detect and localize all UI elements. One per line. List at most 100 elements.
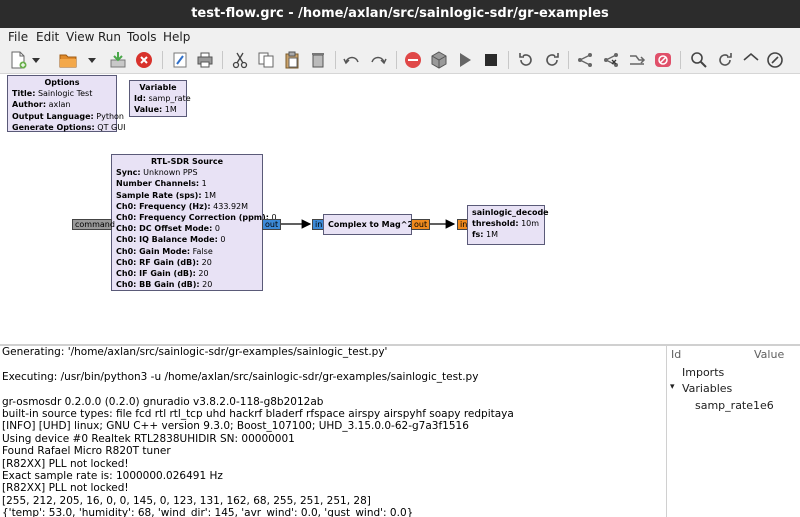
window-title: test-flow.grc - /home/axlan/src/sainlogi… bbox=[191, 6, 609, 21]
menu-tools[interactable]: Tools bbox=[127, 30, 157, 44]
cut-icon[interactable] bbox=[230, 50, 250, 70]
dropdown-arrow-icon[interactable] bbox=[86, 50, 98, 70]
console-line: [255, 212, 205, 16, 0, 0, 145, 0, 123, 1… bbox=[2, 494, 371, 507]
variable-name-samp-rate[interactable]: samp_rate bbox=[695, 399, 753, 413]
toolbar-separator bbox=[508, 51, 509, 69]
rotate-cw-icon[interactable] bbox=[542, 50, 562, 70]
param-key: Sync: bbox=[116, 168, 141, 178]
rtlsdr-out-port[interactable]: out bbox=[262, 219, 282, 230]
stop-pink-icon[interactable] bbox=[653, 50, 673, 70]
toolbar-separator bbox=[680, 51, 681, 69]
execute-icon[interactable] bbox=[455, 50, 475, 70]
complex-title: Complex to Mag^2 bbox=[328, 220, 414, 229]
disable-icon[interactable] bbox=[601, 50, 621, 70]
param-value: 20 bbox=[198, 269, 209, 279]
param-key: Title: bbox=[12, 89, 36, 99]
variable-param: Id: samp_rate bbox=[134, 93, 191, 104]
open-icon[interactable] bbox=[58, 50, 78, 70]
paste-icon[interactable] bbox=[282, 50, 302, 70]
menu-run[interactable]: Run bbox=[98, 30, 121, 44]
options-param: Title: Sainlogic Test bbox=[12, 88, 112, 99]
param-value: 0 bbox=[220, 235, 226, 245]
menu-bar: File Edit View Run Tools Help bbox=[0, 28, 800, 46]
flowgraph-canvas[interactable]: Options Title: Sainlogic Test Author: ax… bbox=[0, 75, 800, 345]
new-icon[interactable] bbox=[8, 50, 28, 70]
param-value: 0 bbox=[214, 224, 220, 234]
help-icon[interactable] bbox=[741, 50, 761, 70]
rtlsdr-param: Ch0: Frequency (Hz): 433.92M bbox=[116, 201, 258, 212]
column-header-value[interactable]: Value bbox=[754, 348, 784, 364]
help-icon-2[interactable] bbox=[765, 50, 785, 70]
tree-item-imports[interactable]: Imports bbox=[682, 366, 724, 380]
console-line: Executing: /usr/bin/python3 -u /home/axl… bbox=[2, 370, 479, 383]
param-value: 1M bbox=[486, 230, 498, 240]
param-key: fs: bbox=[472, 230, 484, 240]
edit-icon[interactable] bbox=[170, 50, 190, 70]
param-value: 433.92M bbox=[213, 201, 249, 211]
find-icon[interactable] bbox=[689, 50, 709, 70]
rtlsdr-param: Ch0: Frequency Correction (ppm): 0 bbox=[116, 212, 277, 223]
variable-block[interactable]: Variable Id: samp_rate Value: 1M bbox=[129, 80, 191, 117]
toolbar-separator bbox=[222, 51, 223, 69]
rtlsdr-source-block[interactable]: RTL-SDR Source Sync: Unknown PPS Number … bbox=[111, 154, 277, 291]
complex-out-port[interactable]: out bbox=[411, 219, 431, 230]
rtlsdr-param: Ch0: IQ Balance Mode: 0 bbox=[116, 234, 258, 245]
toolbar-separator bbox=[335, 51, 336, 69]
print-icon[interactable] bbox=[195, 50, 215, 70]
stop-sign-icon[interactable] bbox=[403, 50, 423, 70]
decode-param: threshold: 10m bbox=[472, 218, 540, 229]
param-value: Unknown PPS bbox=[143, 168, 198, 178]
menu-edit[interactable]: Edit bbox=[36, 30, 59, 44]
param-key: Ch0: DC Offset Mode: bbox=[116, 224, 213, 234]
console-line: built-in source types: file fcd rtl rtl_… bbox=[2, 407, 514, 420]
console-line: Found Rafael Micro R820T tuner bbox=[2, 445, 171, 458]
menu-view[interactable]: View bbox=[66, 30, 94, 44]
menu-help[interactable]: Help bbox=[163, 30, 190, 44]
param-key: Ch0: RF Gain (dB): bbox=[116, 257, 200, 267]
rtlsdr-title: RTL-SDR Source bbox=[150, 157, 224, 166]
undo-icon[interactable] bbox=[342, 50, 362, 70]
close-icon[interactable] bbox=[134, 50, 154, 70]
rtlsdr-param: Ch0: IF Gain (dB): 20 bbox=[116, 268, 258, 279]
toolbar bbox=[0, 46, 800, 74]
console-line: [R82XX] PLL not locked! bbox=[2, 482, 129, 495]
param-value: 1M bbox=[164, 105, 177, 115]
param-key: Ch0: BB Gain (dB): bbox=[116, 280, 200, 290]
generate-icon[interactable] bbox=[429, 50, 449, 70]
toolbar-separator bbox=[568, 51, 569, 69]
param-value: Sainlogic Test bbox=[37, 89, 93, 99]
save-icon[interactable] bbox=[108, 50, 128, 70]
rotate-ccw-icon[interactable] bbox=[516, 50, 536, 70]
decode-title: sainlogic_decode bbox=[472, 208, 549, 217]
param-key: Ch0: Frequency (Hz): bbox=[116, 201, 211, 211]
sainlogic-decode-block[interactable]: sainlogic_decode threshold: 10m fs: 1M bbox=[467, 205, 549, 245]
options-block[interactable]: Options Title: Sainlogic Test Author: ax… bbox=[7, 75, 125, 132]
complex-to-mag2-block[interactable]: Complex to Mag^2 bbox=[323, 214, 414, 235]
reload-icon[interactable] bbox=[715, 50, 735, 70]
redo-icon[interactable] bbox=[368, 50, 388, 70]
enable-icon[interactable] bbox=[575, 50, 595, 70]
console-output[interactable]: Generating: '/home/axlan/src/sainlogic-s… bbox=[0, 346, 666, 517]
param-key: Output Language: bbox=[12, 111, 94, 121]
dropdown-arrow-icon[interactable] bbox=[30, 50, 42, 70]
kill-icon[interactable] bbox=[481, 50, 501, 70]
variable-param: Value: 1M bbox=[134, 104, 182, 115]
variable-value-samp-rate[interactable]: 1e6 bbox=[753, 399, 774, 413]
param-key: Value: bbox=[134, 105, 163, 115]
column-header-id[interactable]: Id bbox=[671, 348, 681, 364]
copy-icon[interactable] bbox=[256, 50, 276, 70]
expander-arrow-icon[interactable]: ▾ bbox=[670, 382, 675, 396]
delete-icon[interactable] bbox=[308, 50, 328, 70]
param-key: Ch0: IQ Balance Mode: bbox=[116, 235, 218, 245]
param-value: False bbox=[192, 246, 213, 256]
menu-file[interactable]: File bbox=[8, 30, 28, 44]
param-key: Author: bbox=[12, 100, 47, 110]
bypass-icon[interactable] bbox=[627, 50, 647, 70]
param-key: Number Channels: bbox=[116, 179, 200, 189]
param-value: QT GUI bbox=[97, 122, 126, 132]
options-title: Options bbox=[44, 78, 80, 87]
tree-item-variables[interactable]: Variables bbox=[682, 382, 732, 396]
rtlsdr-command-port[interactable]: command bbox=[72, 219, 115, 230]
window-title-bar: test-flow.grc - /home/axlan/src/sainlogi… bbox=[0, 0, 800, 28]
